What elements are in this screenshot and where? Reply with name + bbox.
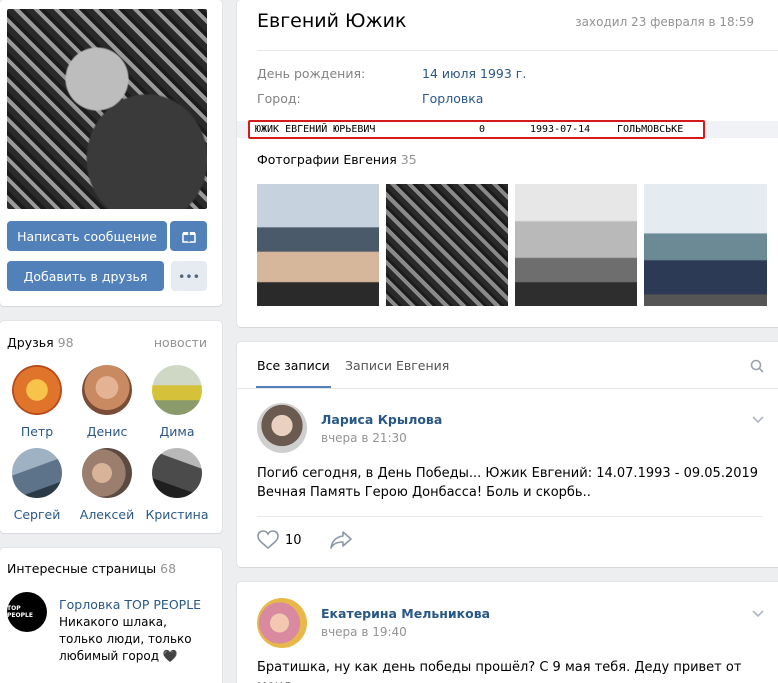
city-value[interactable]: Горловка	[422, 91, 483, 106]
page-description: Никакого шлака, только люди, только люби…	[59, 615, 192, 663]
add-friend-button[interactable]: Добавить в друзья	[7, 261, 164, 291]
friend-name: Петр	[20, 424, 54, 439]
wall-tabs-bar: Все записи Записи Евгения	[237, 342, 778, 388]
friend-avatar	[82, 365, 132, 415]
friend-item[interactable]: Петр	[2, 365, 72, 439]
friends-count: 98	[57, 335, 74, 350]
highlighted-record: ЮЖИК ЕВГЕНИЙ ЮРЬЕВИЧ 0 1993-07-14 ГОЛЬМО…	[248, 120, 705, 139]
wall-post: Екатерина Мельникова вчера в 19:40 Брати…	[237, 582, 778, 683]
gift-button[interactable]	[170, 221, 207, 251]
like-button[interactable]: 10	[257, 530, 302, 550]
friend-avatar	[152, 448, 202, 498]
more-actions-button[interactable]: •••	[171, 261, 207, 291]
divider	[257, 50, 778, 51]
wall-post: Лариса Крылова вчера в 21:30 Погиб сегод…	[237, 389, 778, 567]
friend-item[interactable]: Алексей	[72, 448, 142, 522]
photo-thumbnail[interactable]	[644, 184, 767, 306]
profile-avatar-photo[interactable]	[7, 9, 207, 209]
interesting-pages-block: Интересные страницы 68 TOP PEOPLE Горловк…	[0, 548, 222, 683]
send-message-button[interactable]: Написать сообщение	[7, 221, 167, 251]
friend-name: Алексей	[79, 507, 135, 522]
record-date: 1993-07-14	[530, 124, 591, 135]
profile-info-card: Евгений Южик заходил 23 февраля в 18:59 …	[237, 0, 778, 327]
interesting-label: Интересные страницы	[7, 561, 157, 576]
page-logo[interactable]: TOP PEOPLE	[7, 592, 47, 632]
friend-name: Денис	[86, 424, 128, 439]
friends-label: Друзья	[7, 335, 54, 350]
chevron-down-icon[interactable]	[752, 416, 764, 424]
post-author-avatar[interactable]	[257, 598, 307, 648]
record-place: ГОЛЬМОВСЬКЕ	[617, 124, 684, 135]
post-text: Погиб сегодня, в День Победы... Южик Евг…	[257, 466, 759, 500]
friend-item[interactable]: Кристина	[142, 448, 212, 522]
post-time[interactable]: вчера в 19:40	[321, 625, 407, 639]
birthday-label: День рождения:	[257, 66, 366, 81]
page-title-link[interactable]: Горловка TOP PEOPLE	[59, 597, 201, 612]
post-time[interactable]: вчера в 21:30	[321, 431, 407, 445]
post-author-name[interactable]: Екатерина Мельникова	[321, 606, 490, 621]
photos-count: 35	[400, 152, 417, 167]
like-count: 10	[285, 532, 302, 548]
birthday-value[interactable]: 14 июля 1993 г.	[422, 66, 526, 81]
post-author-avatar[interactable]	[257, 403, 307, 453]
photos-label: Фотографии Евгения	[257, 152, 397, 167]
friend-name: Сергей	[13, 507, 61, 522]
tab-all-posts[interactable]: Все записи	[256, 358, 331, 388]
interesting-title[interactable]: Интересные страницы 68	[7, 561, 176, 576]
profile-name: Евгений Южик	[257, 10, 407, 32]
friend-avatar	[152, 365, 202, 415]
friends-title[interactable]: Друзья 98	[7, 335, 74, 350]
photo-thumbnail[interactable]	[257, 184, 379, 306]
photo-thumbnail[interactable]	[386, 184, 508, 306]
friend-avatar	[12, 448, 62, 498]
friends-block: Друзья 98 новости Петр Денис Дима Сергей …	[0, 321, 222, 533]
search-icon[interactable]	[750, 359, 764, 373]
friend-name: Дима	[159, 424, 195, 439]
post-text: Братишка, ну как день победы прошёл? С 9…	[257, 660, 742, 683]
profile-avatar-card: Написать сообщение Добавить в друзья •••	[0, 0, 222, 306]
friend-avatar	[12, 365, 62, 415]
photo-thumbnail[interactable]	[515, 184, 637, 306]
share-icon[interactable]	[329, 530, 353, 550]
friend-item[interactable]: Денис	[72, 365, 142, 439]
friend-name: Кристина	[145, 507, 209, 522]
divider	[257, 516, 762, 517]
last-seen-status: заходил 23 февраля в 18:59	[575, 15, 754, 29]
city-label: Город:	[257, 91, 301, 106]
record-full-name: ЮЖИК ЕВГЕНИЙ ЮРЬЕВИЧ	[255, 124, 376, 135]
tab-owner-posts[interactable]: Записи Евгения	[345, 358, 449, 373]
gift-icon	[181, 232, 196, 243]
friend-item[interactable]: Сергей	[2, 448, 72, 522]
friends-news-link[interactable]: новости	[154, 335, 207, 350]
friend-avatar	[82, 448, 132, 498]
interesting-count: 68	[160, 561, 177, 576]
chevron-down-icon[interactable]	[752, 610, 764, 618]
record-code: 0	[479, 124, 486, 135]
post-author-name[interactable]: Лариса Крылова	[321, 412, 442, 427]
friend-item[interactable]: Дима	[142, 365, 212, 439]
heart-icon	[257, 530, 279, 550]
photos-title[interactable]: Фотографии Евгения 35	[257, 152, 417, 167]
